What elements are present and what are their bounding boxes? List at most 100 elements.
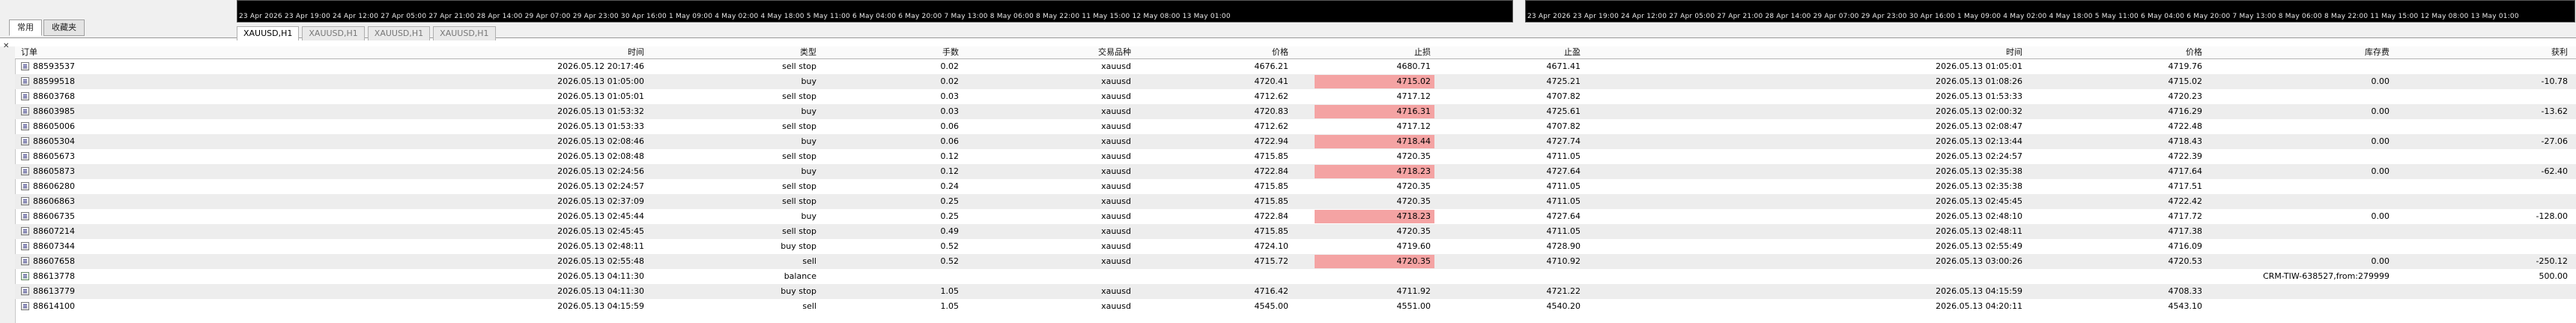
table-row[interactable]: 88605873 2026.05.13 02:24:56 buy 0.12 xauusd… (15, 164, 2576, 179)
cell-symbol: xauusd (1101, 181, 1131, 191)
table-row[interactable]: 88607344 2026.05.13 02:48:11 buy stop 0.52 x… (15, 239, 2576, 254)
chart-window-2[interactable]: 23 Apr 2026 23 Apr 19:00 24 Apr 12:00 27… (1525, 0, 2575, 22)
cell-price: 4724.10 (1254, 241, 1289, 251)
cell-open-time: 2026.05.13 02:48:11 (557, 241, 644, 251)
col-tp[interactable]: 止盈 (1468, 46, 1581, 58)
order-icon (21, 197, 29, 205)
cell-order: 88603985 (33, 106, 75, 116)
order-icon (21, 167, 29, 175)
cell-swap: 0.00 (2371, 256, 2390, 266)
table-row[interactable]: 88606280 2026.05.13 02:24:57 sell stop 0.24… (15, 179, 2576, 194)
cell-symbol: xauusd (1101, 91, 1131, 101)
chart-tab[interactable]: XAUUSD,H1 (302, 26, 365, 40)
table-row[interactable]: 88605006 2026.05.13 01:53:33 sell stop 0.06… (15, 119, 2576, 134)
cell-volume: 0.12 (940, 166, 960, 176)
table-row[interactable]: 88606735 2026.05.13 02:45:44 buy 0.25 xauusd… (15, 209, 2576, 224)
cell-order: 88606863 (33, 196, 75, 206)
col-sl[interactable]: 止损 (1318, 46, 1431, 58)
table-row[interactable]: 88613779 2026.05.13 04:11:30 buy stop 1.05 x… (15, 284, 2576, 299)
cell-close-price: 4715.02 (2168, 76, 2203, 86)
cell-close-time: 2026.05.13 02:13:44 (1936, 136, 2022, 146)
col-type[interactable]: 类型 (689, 46, 816, 58)
cell-tp: 4711.05 (1546, 196, 1581, 206)
cell-close-time: 2026.05.13 02:35:38 (1936, 166, 2022, 176)
cell-sl: 4680.71 (1396, 61, 1431, 71)
col-close-price[interactable]: 价格 (2067, 46, 2202, 58)
close-icon[interactable]: ✕ (3, 42, 9, 50)
cell-volume: 1.05 (940, 286, 960, 296)
tab-common[interactable]: 常用 (9, 19, 42, 36)
col-symbol[interactable]: 交易品种 (1011, 46, 1131, 58)
col-close-time[interactable]: 时间 (1828, 46, 2022, 58)
cell-symbol: xauusd (1101, 301, 1131, 311)
cell-price: 4715.85 (1254, 181, 1289, 191)
chart-time-scale: 23 Apr 2026 23 Apr 19:00 24 Apr 12:00 27… (239, 13, 1231, 20)
col-open-time[interactable]: 时间 (464, 46, 644, 58)
cell-close-time: 2026.05.13 04:15:59 (1936, 286, 2022, 296)
cell-order: 88614100 (33, 301, 75, 311)
order-icon (21, 257, 29, 265)
col-profit[interactable]: 获利 (2427, 46, 2568, 58)
cell-price: 4720.41 (1254, 76, 1289, 86)
cell-open-time: 2026.05.13 01:53:32 (557, 106, 644, 116)
cell-close-price: 4717.38 (2168, 226, 2203, 236)
cell-tp: 4707.82 (1546, 91, 1581, 101)
table-row[interactable]: 88593537 2026.05.12 20:17:46 sell stop 0.02… (15, 59, 2576, 74)
table-body: 88593537 2026.05.12 20:17:46 sell stop 0.02… (15, 59, 2576, 314)
table-row[interactable]: 88599518 2026.05.13 01:05:00 buy 0.02 xauusd… (15, 74, 2576, 89)
table-row[interactable]: 88607214 2026.05.13 02:45:45 sell stop 0.49… (15, 224, 2576, 239)
table-row[interactable]: 88607658 2026.05.13 02:55:48 sell 0.52 xauus… (15, 254, 2576, 269)
cell-swap: 0.00 (2371, 136, 2390, 146)
cell-order: 88607658 (33, 256, 75, 266)
chart-tab[interactable]: XAUUSD,H1 (237, 26, 300, 40)
cell-tp: 4671.41 (1546, 61, 1581, 71)
cell-open-time: 2026.05.13 02:45:44 (557, 211, 644, 221)
cell-order: 88603768 (33, 91, 75, 101)
cell-tp: 4710.92 (1546, 256, 1581, 266)
cell-symbol: xauusd (1101, 61, 1131, 71)
cell-sl: 4717.12 (1396, 91, 1431, 101)
table-row[interactable]: 88614100 2026.05.13 04:15:59 sell 1.05 xauus… (15, 299, 2576, 314)
cell-sl: 4720.35 (1396, 151, 1431, 161)
cell-volume: 0.49 (940, 226, 960, 236)
history-table: 订单 时间 类型 手数 交易品种 价格 止损 止盈 时间 价格 库存费 获利 8… (15, 46, 2576, 314)
cell-close-time: 2026.05.13 04:20:11 (1936, 301, 2022, 311)
cell-sl: 4718.23 (1396, 166, 1431, 176)
cell-close-time: 2026.05.13 02:48:11 (1936, 226, 2022, 236)
cell-close-price: 4717.51 (2168, 181, 2203, 191)
cell-symbol: xauusd (1101, 196, 1131, 206)
cell-tp: 4725.21 (1546, 76, 1581, 86)
cell-symbol: xauusd (1101, 286, 1131, 296)
cell-type: sell stop (782, 196, 816, 206)
table-row[interactable]: 88605673 2026.05.13 02:08:48 sell stop 0.12… (15, 149, 2576, 164)
col-volume[interactable]: 手数 (869, 46, 959, 58)
cell-close-price: 4717.64 (2168, 166, 2203, 176)
balance-row[interactable]: 88613778 2026.05.13 04:11:30 balance CRM-TI… (15, 269, 2576, 284)
order-icon (21, 302, 29, 310)
chart-tab[interactable]: XAUUSD,H1 (367, 26, 431, 40)
table-row[interactable]: 88603985 2026.05.13 01:53:32 buy 0.03 xauusd… (15, 104, 2576, 119)
cell-symbol: xauusd (1101, 211, 1131, 221)
chart-window-1[interactable]: 23 Apr 2026 23 Apr 19:00 24 Apr 12:00 27… (237, 0, 1513, 22)
cell-symbol: xauusd (1101, 256, 1131, 266)
table-row[interactable]: 88605304 2026.05.13 02:08:46 buy 0.06 xauusd… (15, 134, 2576, 149)
cell-symbol: xauusd (1101, 241, 1131, 251)
cell-price: 4715.85 (1254, 226, 1289, 236)
tab-favorites[interactable]: 收藏夹 (43, 19, 85, 36)
col-swap[interactable]: 库存费 (2247, 46, 2389, 58)
cell-sl: 4720.35 (1396, 181, 1431, 191)
cell-profit: -13.62 (2541, 106, 2568, 116)
col-order[interactable]: 订单 (21, 46, 37, 58)
cell-volume: 0.02 (940, 61, 960, 71)
table-row[interactable]: 88603768 2026.05.13 01:05:01 sell stop 0.03… (15, 89, 2576, 104)
cell-order: 88605006 (33, 121, 75, 131)
chart-time-scale: 23 Apr 2026 23 Apr 19:00 24 Apr 12:00 27… (1527, 13, 2519, 20)
table-row[interactable]: 88606863 2026.05.13 02:37:09 sell stop 0.25… (15, 194, 2576, 209)
cell-profit: -27.06 (2541, 136, 2568, 146)
chart-tab[interactable]: XAUUSD,H1 (433, 26, 496, 40)
cell-volume: 0.12 (940, 151, 960, 161)
cell-type: sell stop (782, 121, 816, 131)
cell-tp: 4707.82 (1546, 121, 1581, 131)
col-price[interactable]: 价格 (1184, 46, 1288, 58)
cell-type: sell stop (782, 61, 816, 71)
